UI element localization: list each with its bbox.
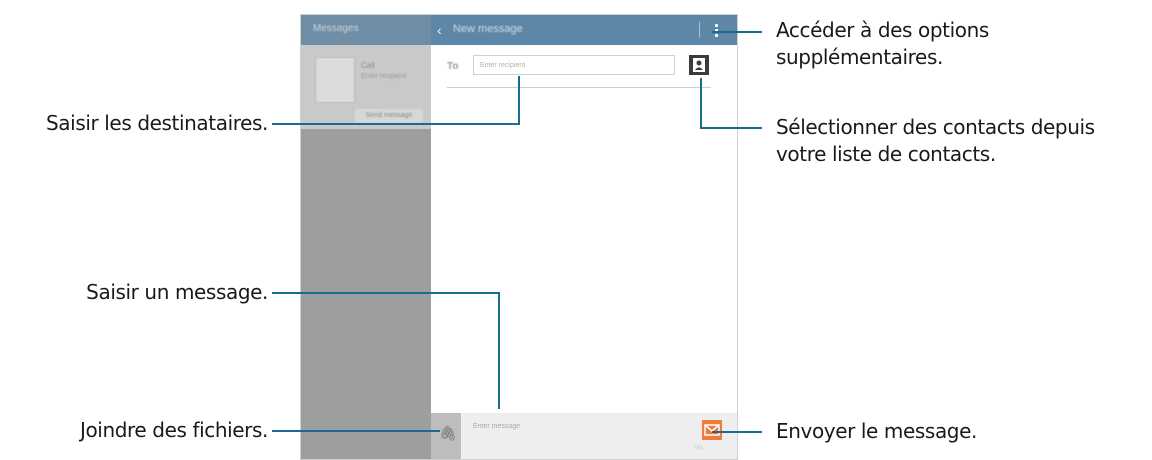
conversation-name: Call xyxy=(361,61,375,70)
envelope-icon xyxy=(704,424,720,436)
action-bar: ‹ New message xyxy=(431,15,737,45)
recipient-divider xyxy=(447,87,711,88)
callout-message: Saisir un message. xyxy=(86,280,268,304)
callout-options-line1: Accéder à des options xyxy=(776,18,989,42)
back-icon[interactable]: ‹ xyxy=(437,22,451,38)
callout-line-recipients-h xyxy=(272,123,520,125)
compose-panel: ‹ New message To Enter recipient 🖇 Enter… xyxy=(431,15,737,459)
callout-options-line2: supplémentaires. xyxy=(776,45,943,69)
callout-send: Envoyer le message. xyxy=(776,419,977,443)
message-bar xyxy=(431,413,737,459)
conversation-action-button[interactable]: Send message xyxy=(355,109,423,123)
page-title: New message xyxy=(453,23,523,35)
more-options-icon[interactable] xyxy=(709,21,725,39)
callout-line-message-v xyxy=(498,292,500,409)
callout-options: Accéder à des options supplémentaires. xyxy=(776,17,989,71)
callout-line-message-h xyxy=(272,292,500,294)
paperclip-icon: 🖇 xyxy=(439,425,457,441)
action-bar-divider xyxy=(699,22,700,38)
character-counter: 0/1 xyxy=(695,445,704,451)
recipient-input[interactable]: Enter recipient xyxy=(473,55,675,75)
callout-contacts-line2: votre liste de contacts. xyxy=(776,142,996,166)
conversation-number: Enter recipient xyxy=(361,73,407,80)
callout-line-send xyxy=(712,431,762,433)
attach-button[interactable]: 🖇 xyxy=(431,413,461,459)
conversation-card[interactable]: Call Enter recipient Send message xyxy=(301,45,431,129)
callout-contacts: Sélectionner des contacts depuis votre l… xyxy=(776,114,1095,168)
callout-contacts-line1: Sélectionner des contacts depuis xyxy=(776,115,1095,139)
conversation-list-header: Messages xyxy=(301,15,431,45)
conversation-list-panel: Messages Call Enter recipient Send messa… xyxy=(301,15,431,459)
conversation-list-title: Messages xyxy=(313,23,359,34)
contacts-button[interactable] xyxy=(689,55,709,75)
to-label: To xyxy=(447,61,459,72)
avatar xyxy=(315,57,355,103)
callout-recipients: Saisir les destinataires. xyxy=(46,111,268,135)
contact-icon xyxy=(693,58,705,72)
callout-line-options xyxy=(712,31,762,33)
callout-line-contacts-h xyxy=(700,127,762,129)
message-input[interactable]: Enter message xyxy=(473,423,520,430)
callout-line-recipients-v xyxy=(518,76,520,125)
send-button[interactable] xyxy=(702,420,722,440)
callout-attach: Joindre des fichiers. xyxy=(79,418,268,442)
callout-line-contacts-v xyxy=(700,78,702,129)
callout-line-attach xyxy=(272,430,440,432)
